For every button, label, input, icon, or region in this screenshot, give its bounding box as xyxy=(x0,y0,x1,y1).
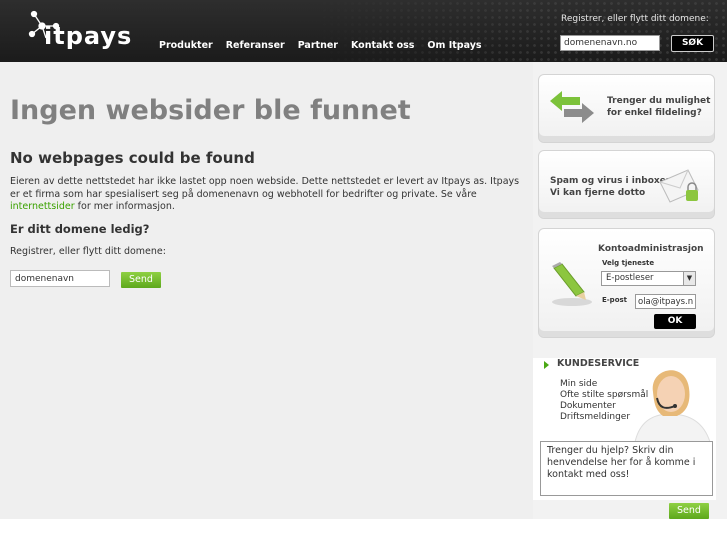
internettsider-link[interactable]: internettsider xyxy=(10,201,75,212)
domain-send-button[interactable]: Send xyxy=(121,272,161,288)
pencil-icon xyxy=(552,262,592,306)
nav-produkter[interactable]: Produkter xyxy=(159,40,213,51)
header-dot-pattern xyxy=(307,0,727,62)
service-select-value: E-postleser xyxy=(606,273,654,283)
logo-wordmark[interactable]: itpays xyxy=(44,22,132,50)
domain-question: Er ditt domene ledig? xyxy=(10,222,150,236)
main-content xyxy=(0,62,533,519)
file-sharing-line2: for enkel fildeling? xyxy=(607,108,702,118)
file-sharing-arrows-icon xyxy=(550,91,594,123)
email-field[interactable] xyxy=(635,294,696,309)
chevron-down-icon: ▼ xyxy=(683,272,695,285)
spam-line2: Vi kan fjerne dotto xyxy=(550,188,646,198)
ok-button[interactable]: OK xyxy=(654,314,696,329)
account-admin-title: Kontoadministrasjon xyxy=(598,244,704,254)
support-link-dokumenter[interactable]: Dokumenter xyxy=(560,401,616,411)
header-search-button[interactable]: SØK xyxy=(671,35,714,52)
info-text-start: Eieren av dette nettstedet har ikke last… xyxy=(10,176,520,200)
support-link-min-side[interactable]: Min side xyxy=(560,379,597,389)
header-domain-input[interactable] xyxy=(560,35,660,51)
email-label: E-post xyxy=(602,296,628,304)
support-agent-image xyxy=(634,370,711,442)
support-link-driftsmeldinger[interactable]: Driftsmeldinger xyxy=(560,412,630,422)
bottom-strip xyxy=(0,519,727,545)
page-title: Ingen websider ble funnet xyxy=(10,95,411,126)
envelope-lock-icon xyxy=(659,169,699,203)
nav-kontakt-oss[interactable]: Kontakt oss xyxy=(351,40,414,51)
page-subtitle: No webpages could be found xyxy=(10,149,255,167)
info-text-end: for mer informasjon. xyxy=(74,201,175,212)
file-sharing-line1: Trenger du mulighet xyxy=(607,96,711,106)
site-header: itpays Produkter Referanser Partner Kont… xyxy=(0,0,727,62)
arrow-right-icon xyxy=(544,361,549,369)
register-label: Registrer, eller flytt ditt domene: xyxy=(10,246,166,257)
main-nav: Produkter Referanser Partner Kontakt oss… xyxy=(159,40,495,51)
info-paragraph: Eieren av dette nettstedet har ikke last… xyxy=(10,176,530,214)
nav-referanser[interactable]: Referanser xyxy=(226,40,285,51)
file-sharing-text: Trenger du mulighet for enkel fildeling? xyxy=(607,95,710,119)
service-select[interactable]: E-postleser ▼ xyxy=(601,271,696,286)
service-label: Velg tjeneste xyxy=(602,259,655,267)
nav-partner[interactable]: Partner xyxy=(298,40,338,51)
help-send-button[interactable]: Send xyxy=(669,503,709,519)
help-textarea[interactable]: Trenger du hjelp? Skriv din henvendelse … xyxy=(540,441,713,496)
header-register-label: Registrer, eller flytt ditt domene: xyxy=(561,14,709,24)
nav-om-itpays[interactable]: Om Itpays xyxy=(427,40,481,51)
domain-input[interactable] xyxy=(10,270,110,287)
